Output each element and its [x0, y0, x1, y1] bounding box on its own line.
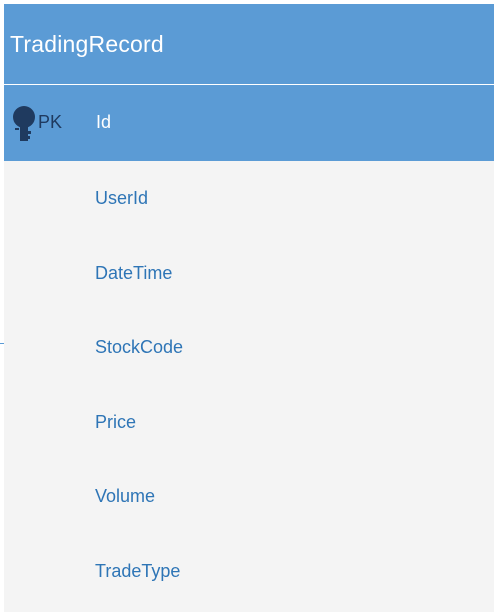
key-icon: [13, 106, 35, 141]
field-label: StockCode: [95, 337, 184, 357]
pk-badge: PK: [38, 112, 63, 132]
field-label: DateTime: [95, 262, 173, 283]
field-label: TradeType: [95, 560, 181, 581]
field-row-tradetype[interactable]: TradeType: [4, 534, 494, 609]
primary-key-row[interactable]: PK Id: [4, 85, 494, 161]
field-label: UserId: [95, 188, 149, 208]
entity-title: TradingRecord: [10, 30, 164, 57]
field-row-userid[interactable]: UserId: [4, 161, 494, 236]
field-label: Volume: [95, 486, 156, 506]
field-label: Price: [95, 411, 137, 432]
field-row-stockcode[interactable]: StockCode: [4, 310, 494, 385]
field-row-volume[interactable]: Volume: [4, 459, 494, 534]
entity-header[interactable]: TradingRecord: [4, 4, 494, 85]
diagram-canvas: TradingRecord PK Id UserId DateTime Stoc…: [0, 0, 494, 612]
field-row-datetime[interactable]: DateTime: [4, 236, 494, 311]
pk-field-name: Id: [96, 112, 112, 132]
field-row-price[interactable]: Price: [4, 385, 494, 460]
entity-tradingrecord[interactable]: TradingRecord PK Id UserId DateTime Stoc…: [4, 4, 494, 612]
